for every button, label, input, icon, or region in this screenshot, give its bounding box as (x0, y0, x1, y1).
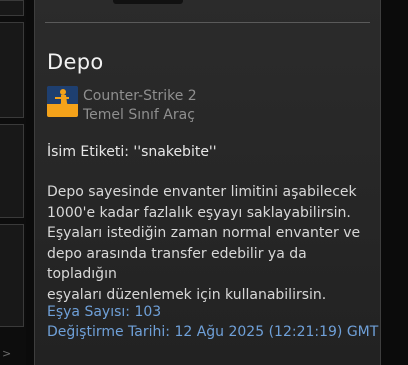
chevron-right-icon[interactable]: > (2, 347, 24, 361)
item-type: Temel Sınıf Araç (83, 107, 195, 123)
description-line: depo arasında transfer edebilir ya da to… (47, 245, 307, 283)
divider (45, 22, 370, 23)
description-line: Depo sayesinde envanter limitini aşabile… (47, 184, 357, 200)
item-name: Depo (47, 50, 104, 74)
inventory-tile[interactable] (0, 124, 24, 218)
inventory-tile[interactable] (0, 22, 24, 118)
description-line: Eşyaları istediğin zaman normal envanter… (47, 225, 361, 241)
inventory-grid-edge: > (0, 0, 26, 365)
item-details-panel: Depo Counter-Strike 2 Temel Sınıf Araç İ… (34, 0, 381, 365)
modified-date: Değiştirme Tarihi: 12 Ağu 2025 (12:21:19… (47, 324, 379, 340)
item-count: Eşya Sayısı: 103 (47, 304, 162, 320)
item-image (113, 0, 183, 4)
game-name: Counter-Strike 2 (83, 88, 197, 104)
description-line: 1000'e kadar fazlalık eşyayı saklayabili… (47, 204, 351, 221)
name-tag: İsim Etiketi: ''snakebite'' (47, 144, 217, 160)
right-gutter (381, 0, 408, 365)
item-description: Depo sayesinde envanter limitini aşabile… (47, 182, 377, 305)
description-line: eşyaları düzenlemek için kullanabilirsin… (47, 286, 327, 303)
inventory-tile[interactable] (0, 224, 24, 327)
inventory-tile[interactable] (0, 0, 24, 16)
cs2-game-icon (47, 86, 78, 117)
